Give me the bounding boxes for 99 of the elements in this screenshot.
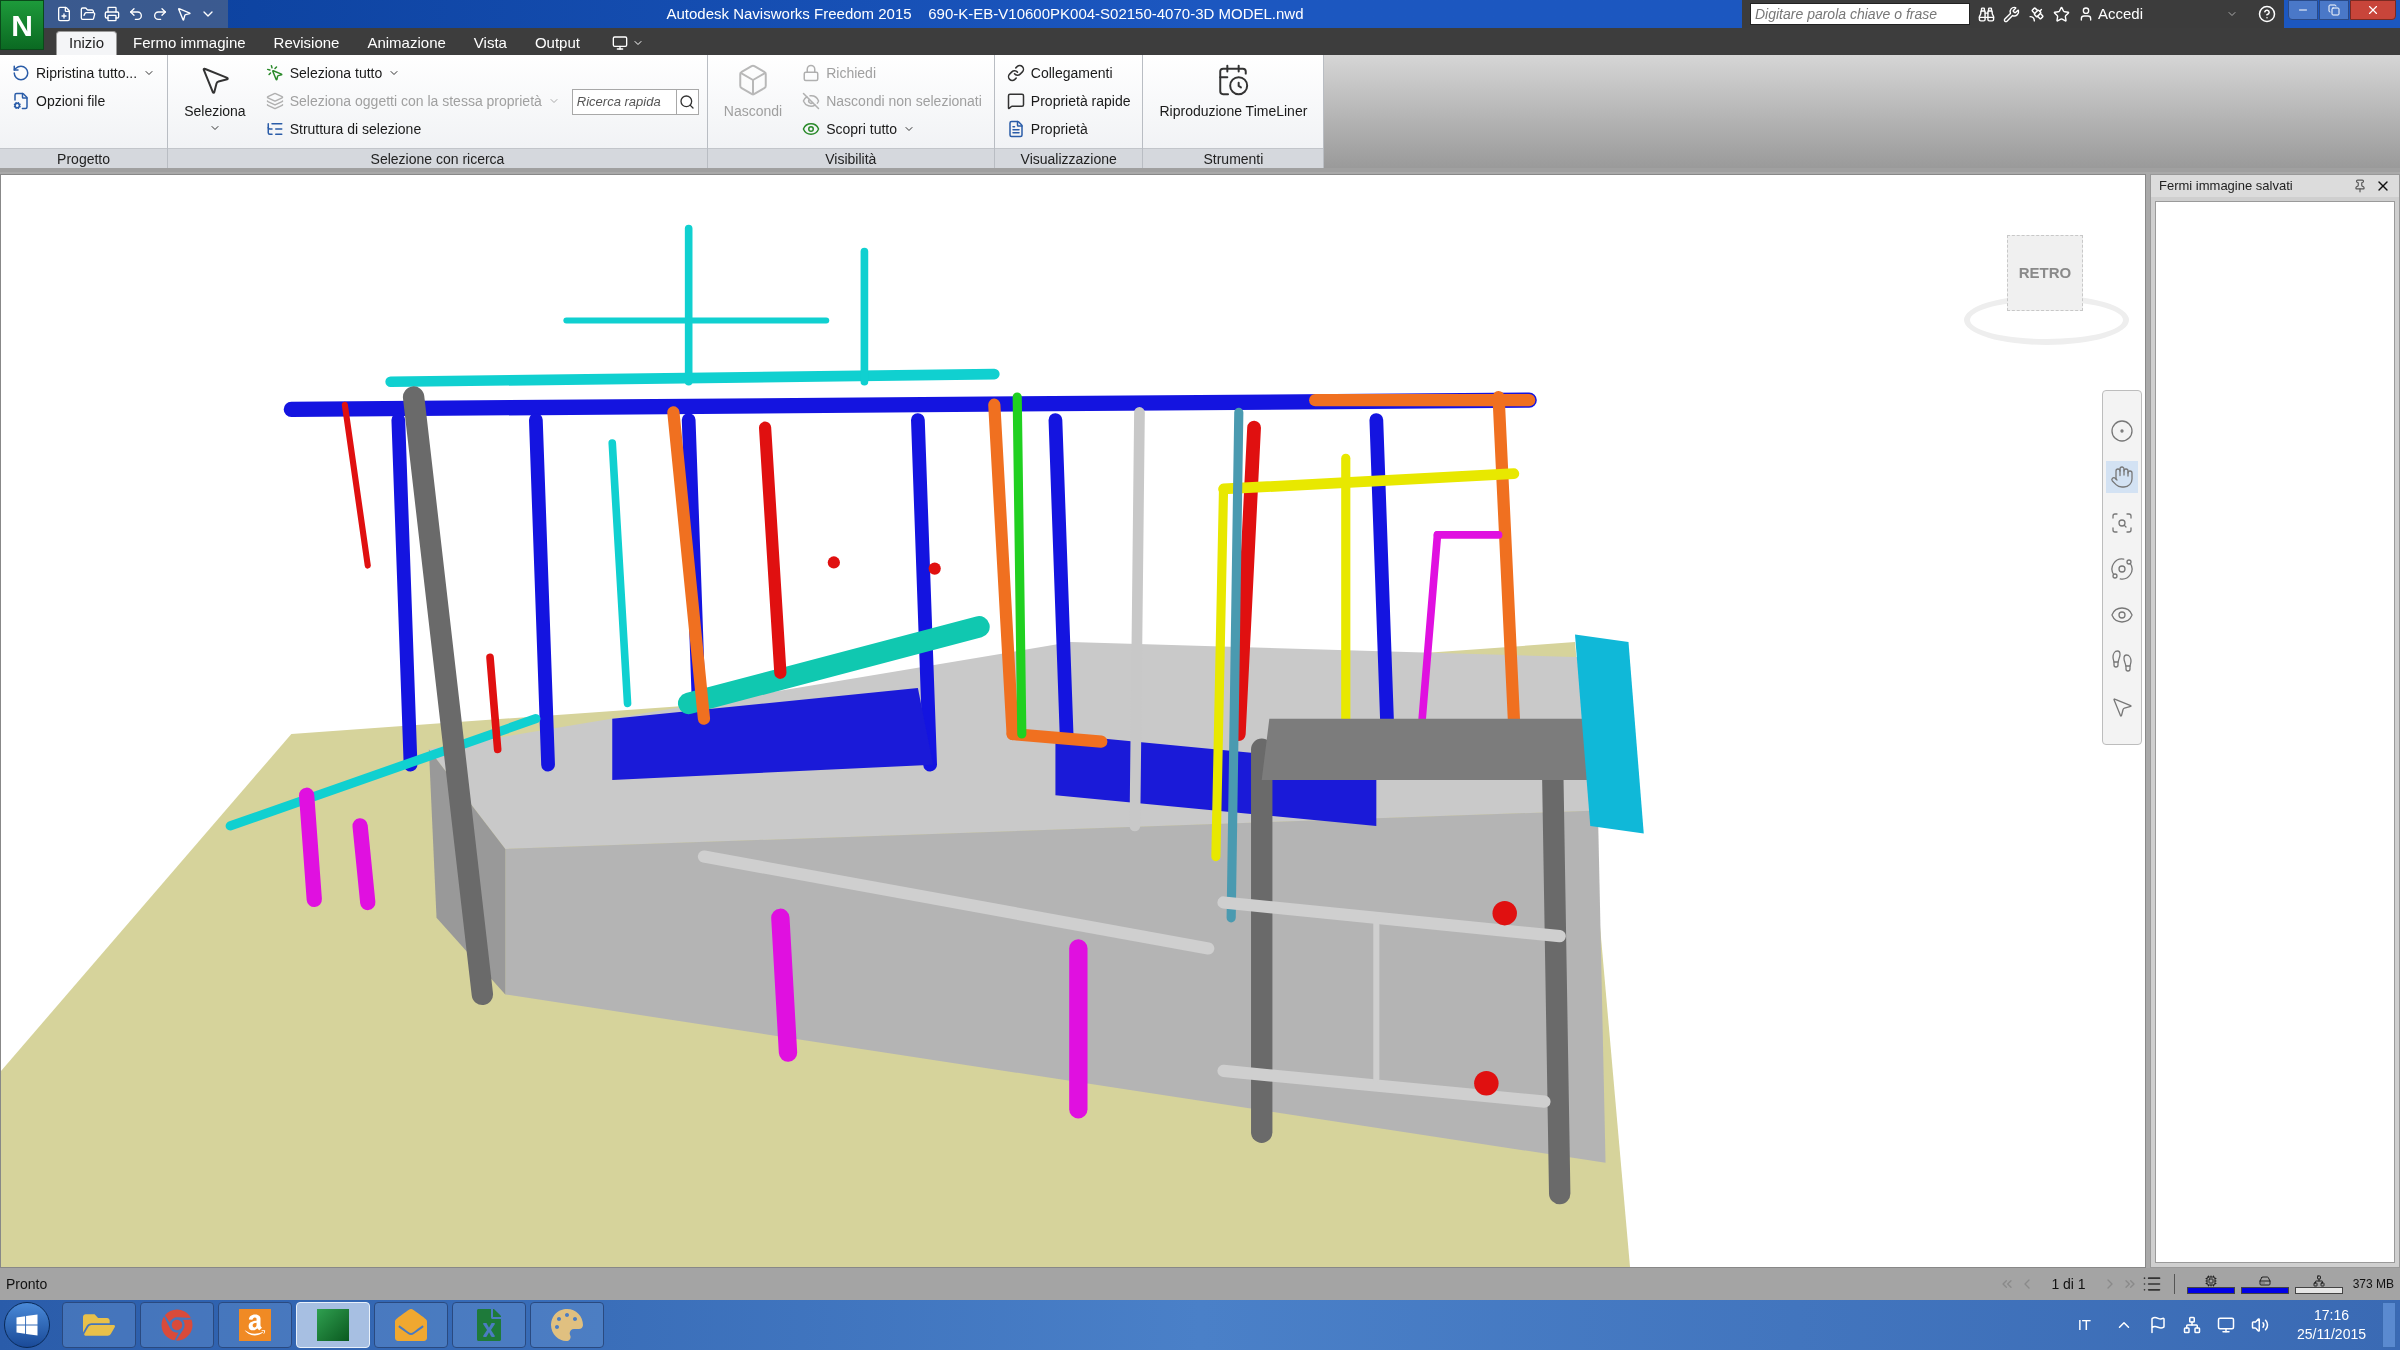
ribbon-button[interactable]: Struttura di selezione [261,115,564,143]
browser-icon [161,1309,193,1341]
shopping-icon [239,1309,271,1341]
taskbar-app-button[interactable] [62,1302,136,1348]
close-icon [2366,3,2380,17]
pan-icon [2110,465,2134,489]
redo-button[interactable] [152,6,168,22]
panel-title: Strumenti [1143,148,1324,168]
ribbon-tab[interactable]: Output [522,31,592,55]
ribbon-tab[interactable]: Vista [461,31,519,55]
panel-title: Fermi immagine salvati [2159,177,2294,196]
window-title: Autodesk Navisworks Freedom 2015 690-K-EB-V10600PK004-S02150-4070-3D MODEL.nwd [666,3,1304,24]
ribbon-large-button[interactable]: Riproduzione TimeLiner [1151,59,1316,148]
panel-title: Visualizzazione [994,148,1143,168]
unhide-all-icon [802,120,821,138]
view-cube-face-label: RETRO [2018,262,2072,283]
properties-icon [1006,120,1025,138]
pin-icon [2353,179,2367,193]
file-options-icon [12,92,30,110]
redo-icon [152,6,168,22]
taskbar-app-button[interactable] [530,1302,604,1348]
open-folder-icon [80,6,96,22]
panel-title: Selezione con ricerca [168,148,707,168]
select-same-icon [265,92,284,110]
zoom-window-icon [2110,511,2134,535]
binoculars-button[interactable] [1978,5,1995,23]
ribbon-tab[interactable]: Animazione [355,31,458,55]
ribbon-large-button[interactable]: Seleziona [176,59,254,148]
pointer-button[interactable] [176,6,192,22]
steering-wheel-icon [2110,419,2134,443]
print-button[interactable] [104,6,120,22]
hide-icon [736,63,770,97]
list-icon [2141,1274,2162,1294]
ribbon-button[interactable]: Seleziona tutto [261,59,564,87]
ribbon-button[interactable]: Opzioni file [8,87,160,115]
quick-properties-icon [1006,92,1025,110]
undo-button[interactable] [128,6,144,22]
page-indicator: 1 di 1 [2051,1274,2086,1294]
ribbon-button[interactable]: Proprietà [1002,115,1135,143]
ribbon-tab[interactable]: Revisione [261,31,352,55]
wrench-icon [2003,5,2020,23]
application-button[interactable]: N [0,0,44,50]
ribbon-button[interactable]: Ripristina tutto... [8,59,160,87]
ribbon-tab[interactable]: Fermo immagine [121,31,258,55]
pointer-icon [176,6,192,22]
star-icon [2053,5,2070,23]
start-button[interactable] [4,1302,50,1348]
ribbon-button[interactable]: Scopri tutto [798,115,986,143]
walk-icon [2110,649,2134,673]
link-icon [1006,64,1025,82]
clock: 17:16 25/11/2015 [2295,1306,2367,1344]
ribbon-button[interactable]: Collegamenti [1002,59,1135,87]
minimize-button[interactable] [2288,0,2318,20]
help-search-field[interactable]: Digitare parola chiave o frase [1750,3,1970,25]
help-icon [2258,5,2276,23]
open-folder-button[interactable] [80,6,96,22]
panel-title: Progetto [0,148,168,168]
taskbar-app-button[interactable] [218,1302,292,1348]
hide-unselected-icon [802,92,821,110]
user-icon [2078,6,2094,22]
satellite-icon [2028,5,2045,23]
print-icon [104,6,120,22]
search-button[interactable] [676,88,699,115]
language-indicator: IT [2077,1314,2091,1335]
select-all-icon [265,64,284,82]
require-icon [802,64,821,82]
new-file-icon [56,6,72,22]
satellite-button[interactable] [2028,5,2045,23]
volume-icon [2250,1316,2269,1334]
memory-usage: 373 MB [2352,1276,2394,1293]
ribbon-tab[interactable]: Inizio [56,31,118,55]
windows-logo-icon [15,1313,39,1337]
reset-icon [12,64,30,82]
flag-icon [2148,1316,2167,1334]
timeliner-icon [1216,63,1251,97]
binoculars-icon [1978,5,1995,23]
search-icon [679,93,696,110]
selection-tree-icon [265,120,284,138]
mail-icon [395,1309,427,1341]
status-text: Pronto [6,1274,49,1294]
restore-icon [2328,4,2340,16]
taskbar-app-button[interactable] [374,1302,448,1348]
pin-button[interactable] [2353,179,2367,193]
orbit-icon [2110,557,2134,581]
ribbon-button[interactable]: Proprietà rapide [1002,87,1135,115]
panel-title: Visibilità [707,148,994,168]
sign-in-button[interactable]: Accedi [2078,2,2218,26]
sheet-list-button[interactable] [2141,1274,2162,1294]
paint-icon [551,1309,583,1341]
undo-icon [128,6,144,22]
restore-button[interactable] [2319,0,2349,20]
wrench-button[interactable] [2003,5,2020,23]
help-button[interactable] [2258,5,2276,23]
star-button[interactable] [2053,5,2070,23]
new-file-button[interactable] [56,6,72,22]
display-icon [611,35,628,51]
quick-search-field[interactable]: Ricerca rapida [571,88,677,115]
select-icon [2110,695,2134,719]
navigation-tool[interactable] [2106,461,2138,493]
